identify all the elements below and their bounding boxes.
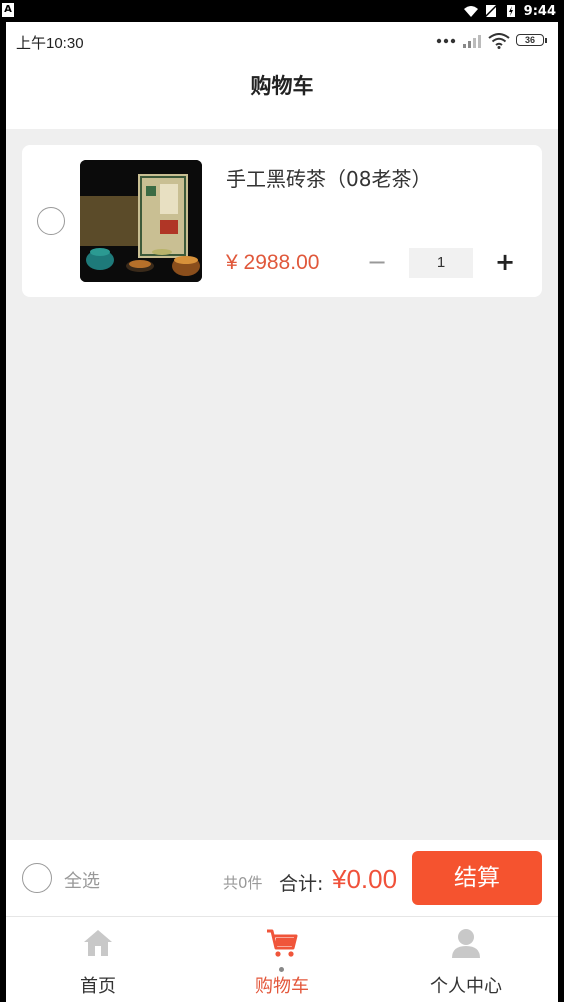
status-time: 上午10:30 bbox=[16, 35, 84, 52]
status-icons: 36 bbox=[436, 32, 548, 50]
tea-product-photo bbox=[80, 160, 202, 282]
select-all-radio[interactable] bbox=[22, 863, 52, 893]
total-value: ¥0.00 bbox=[332, 864, 398, 894]
total-label: 合计: bbox=[279, 873, 324, 895]
tab-profile[interactable]: 个人中心 bbox=[374, 917, 558, 1002]
item-count: 共0件 bbox=[223, 874, 263, 892]
home-icon bbox=[84, 930, 112, 956]
decrease-quantity-button[interactable]: − bbox=[362, 245, 392, 279]
tab-cart[interactable]: 购物车 bbox=[190, 917, 374, 1002]
wifi-icon bbox=[488, 33, 510, 49]
battery-charging-icon bbox=[506, 5, 515, 17]
bottom-tab-bar: 首页 购物车 个人中心 bbox=[6, 916, 558, 1002]
quantity-value[interactable]: 1 bbox=[409, 248, 473, 278]
product-price: ¥ 2988.00 bbox=[226, 251, 320, 274]
tab-home-label: 首页 bbox=[80, 976, 116, 997]
tab-home[interactable]: 首页 bbox=[6, 917, 190, 1002]
app-indicator: A bbox=[2, 3, 14, 17]
item-select-radio[interactable] bbox=[37, 207, 65, 235]
system-time: 9:44 bbox=[523, 3, 556, 19]
page-title: 购物车 bbox=[250, 74, 314, 98]
signal-icon bbox=[463, 35, 481, 48]
wifi-icon bbox=[463, 6, 478, 17]
system-status-bar: A 9:44 bbox=[0, 0, 564, 22]
checkout-button[interactable]: 结算 bbox=[412, 851, 542, 905]
cart-item: 手工黑砖茶（08老茶） ¥ 2988.00 − 1 + bbox=[22, 145, 542, 297]
cart-screen: 上午10:30 36 购物车 手工黑砖茶（08老茶） ¥ 2988.00 − 1… bbox=[6, 22, 558, 1002]
product-image[interactable] bbox=[80, 160, 202, 282]
cart-icon bbox=[267, 929, 298, 957]
select-all-label[interactable]: 全选 bbox=[64, 867, 100, 893]
no-sim-icon bbox=[484, 4, 498, 18]
tab-cart-label: 购物车 bbox=[255, 976, 309, 997]
header: 上午10:30 36 购物车 bbox=[6, 22, 558, 129]
more-dots-icon bbox=[436, 38, 456, 44]
battery-level: 36 bbox=[524, 35, 535, 45]
checkout-bar: 全选 共0件 合计: ¥0.00 结算 bbox=[6, 840, 558, 916]
increase-quantity-button[interactable]: + bbox=[490, 245, 520, 279]
battery-icon: 36 bbox=[516, 34, 548, 48]
product-name[interactable]: 手工黑砖茶（08老茶） bbox=[226, 163, 431, 192]
tab-profile-label: 个人中心 bbox=[430, 976, 502, 997]
person-icon bbox=[452, 929, 480, 958]
